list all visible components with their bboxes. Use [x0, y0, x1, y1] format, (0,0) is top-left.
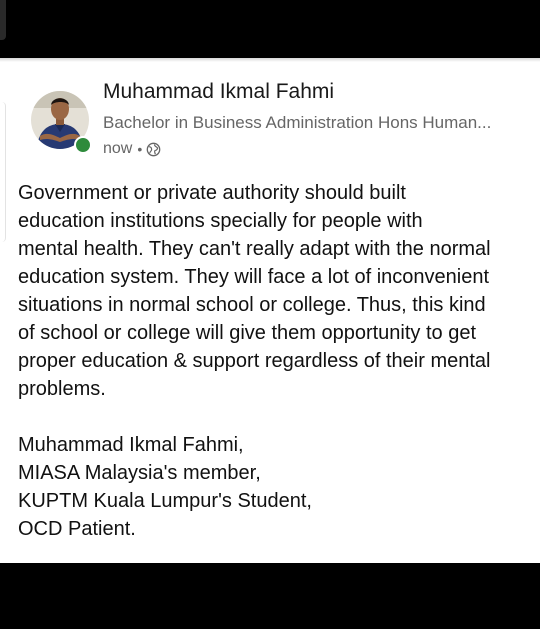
- signature-line: KUPTM Kuala Lumpur's Student,: [18, 490, 312, 512]
- card-shadow: [0, 58, 540, 62]
- signature-line: Muhammad Ikmal Fahmi,: [18, 434, 244, 456]
- author-name[interactable]: Muhammad Ikmal Fahmi: [103, 80, 334, 104]
- meta-separator: •: [137, 141, 143, 157]
- author-headline: Bachelor in Business Administration Hons…: [103, 113, 492, 132]
- bottom-black-bar: [0, 563, 540, 629]
- online-status-indicator: [74, 136, 92, 154]
- signature-line: OCD Patient.: [18, 518, 136, 540]
- top-black-bar: [0, 0, 540, 58]
- signature-line: MIASA Malaysia's member,: [18, 462, 261, 484]
- post-line: situations in normal school or college. …: [18, 294, 486, 316]
- author-avatar[interactable]: [30, 88, 92, 154]
- post-line: education system. They will face a lot o…: [18, 266, 489, 288]
- post-card: Muhammad Ikmal Fahmi Bachelor in Busines…: [0, 58, 540, 563]
- post-line: mental health. They can't really adapt w…: [18, 238, 491, 260]
- top-bar-edge: [0, 0, 6, 40]
- post-line: proper education & support regardless of…: [18, 350, 491, 372]
- post-line: of school or college will give them oppo…: [18, 322, 477, 344]
- globe-icon: [146, 142, 161, 156]
- post-timestamp: now: [103, 140, 133, 157]
- post-line: Government or private authority should b…: [18, 182, 406, 204]
- post-line: education institutions specially for peo…: [18, 210, 423, 232]
- post-line: problems.: [18, 378, 106, 400]
- post-meta: now •: [103, 139, 161, 159]
- post-text: Government or private authority should b…: [18, 179, 530, 543]
- left-edge-handle: [0, 102, 6, 242]
